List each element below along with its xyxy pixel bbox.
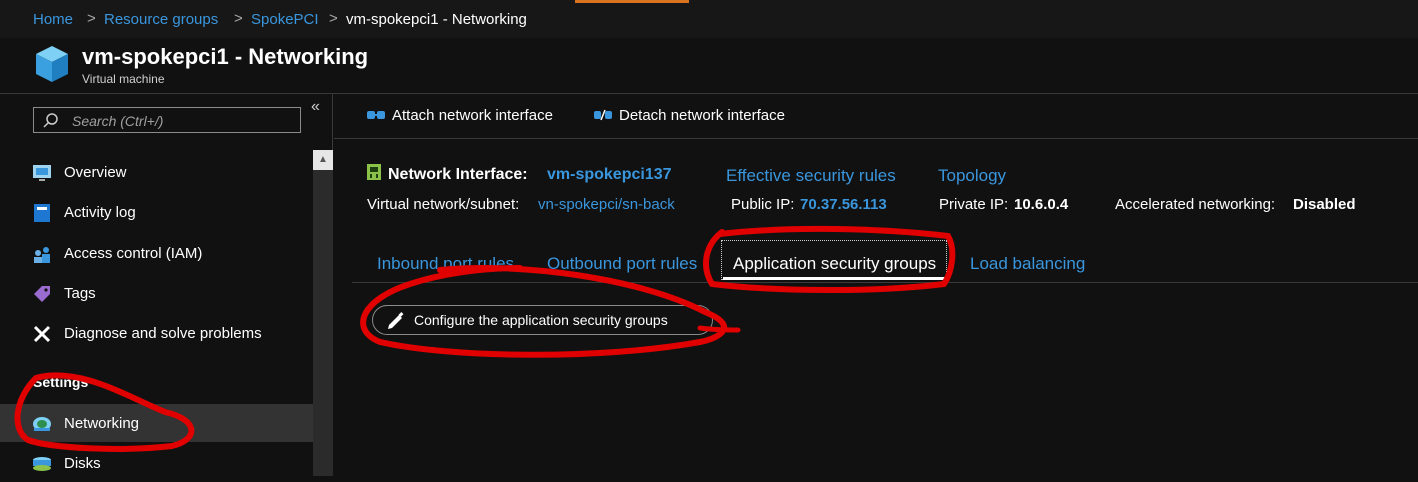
accelerated-networking-value: Disabled xyxy=(1293,196,1356,213)
search-input[interactable] xyxy=(70,111,299,131)
page-subtitle: Virtual machine xyxy=(82,72,165,86)
nic-name-link[interactable]: vm-spokepci137 xyxy=(547,166,672,184)
breadcrumb-spokepci[interactable]: SpokePCI xyxy=(251,11,319,28)
pencil-icon xyxy=(388,312,404,329)
sidebar-item-label: Access control (IAM) xyxy=(64,245,203,262)
active-tab-underline xyxy=(723,277,945,280)
scroll-up-arrow[interactable]: ▲ xyxy=(313,150,333,170)
sidebar-item-label: Overview xyxy=(64,164,127,181)
detach-network-interface-button[interactable]: Detach network interface xyxy=(619,107,785,124)
sidebar-item-label: Tags xyxy=(64,285,96,302)
configure-asg-button[interactable]: Configure the application security group… xyxy=(372,305,713,335)
breadcrumb-current: vm-spokepci1 - Networking xyxy=(346,11,527,28)
sidebar-item-tags[interactable]: Tags xyxy=(0,274,313,312)
sidebar-item-label: Diagnose and solve problems xyxy=(64,325,262,342)
active-indicator xyxy=(575,0,689,3)
sidebar-item-label: Activity log xyxy=(64,204,136,221)
sidebar-item-overview[interactable]: Overview xyxy=(0,153,313,191)
breadcrumb-resource-groups[interactable]: Resource groups xyxy=(104,11,218,28)
networking-icon xyxy=(33,417,51,431)
tag-icon xyxy=(34,286,50,302)
disks-icon xyxy=(33,457,51,471)
network-interface-icon xyxy=(367,164,381,180)
private-ip-label: Private IP: xyxy=(939,196,1009,213)
configure-asg-label: Configure the application security group… xyxy=(414,312,668,328)
settings-section-header: Settings xyxy=(33,374,89,390)
tab-inbound-port-rules[interactable]: Inbound port rules xyxy=(377,254,514,274)
breadcrumb-separator: > xyxy=(87,10,96,27)
topology-link[interactable]: Topology xyxy=(938,166,1006,186)
vnet-subnet-link[interactable]: vn-spokepci/sn-back xyxy=(538,196,675,213)
sidebar-item-activity-log[interactable]: Activity log xyxy=(0,193,313,231)
sidebar-scrollbar[interactable] xyxy=(313,150,333,476)
public-ip-label: Public IP: xyxy=(731,196,795,213)
iam-icon xyxy=(34,247,50,263)
tab-load-balancing[interactable]: Load balancing xyxy=(970,254,1085,274)
sidebar-item-iam[interactable]: Access control (IAM) xyxy=(0,234,313,272)
sidebar-item-label: Networking xyxy=(64,415,140,432)
attach-nic-icon xyxy=(367,111,385,119)
page-title: vm-spokepci1 - Networking xyxy=(82,44,369,69)
sidebar-item-disks[interactable]: Disks xyxy=(0,444,313,482)
vnet-subnet-label: Virtual network/subnet: xyxy=(367,196,520,213)
effective-security-rules-link[interactable]: Effective security rules xyxy=(726,166,896,186)
overview-icon xyxy=(33,165,51,181)
collapse-sidebar-button[interactable]: « xyxy=(311,98,320,116)
breadcrumb-separator: > xyxy=(234,10,243,27)
tab-divider xyxy=(352,282,1418,283)
nic-label: Network Interface: xyxy=(388,166,528,183)
detach-nic-icon xyxy=(594,109,612,121)
attach-network-interface-button[interactable]: Attach network interface xyxy=(392,107,553,124)
sidebar-item-label: Disks xyxy=(64,455,101,472)
search-icon xyxy=(43,113,58,128)
breadcrumb-separator: > xyxy=(329,10,338,27)
wrench-icon xyxy=(33,325,51,343)
vm-cube-icon xyxy=(36,46,68,82)
tab-outbound-port-rules[interactable]: Outbound port rules xyxy=(547,254,697,274)
sidebar-item-networking[interactable]: Networking xyxy=(0,404,313,442)
search-box[interactable] xyxy=(33,107,301,133)
public-ip-link[interactable]: 70.37.56.113 xyxy=(800,196,887,213)
sidebar-item-diagnose[interactable]: Diagnose and solve problems xyxy=(0,314,313,352)
breadcrumb-home[interactable]: Home xyxy=(33,11,73,28)
activity-log-icon xyxy=(34,204,50,222)
tab-application-security-groups[interactable]: Application security groups xyxy=(733,254,936,274)
accelerated-networking-label: Accelerated networking: xyxy=(1115,196,1276,213)
private-ip-value: 10.6.0.4 xyxy=(1014,196,1069,213)
